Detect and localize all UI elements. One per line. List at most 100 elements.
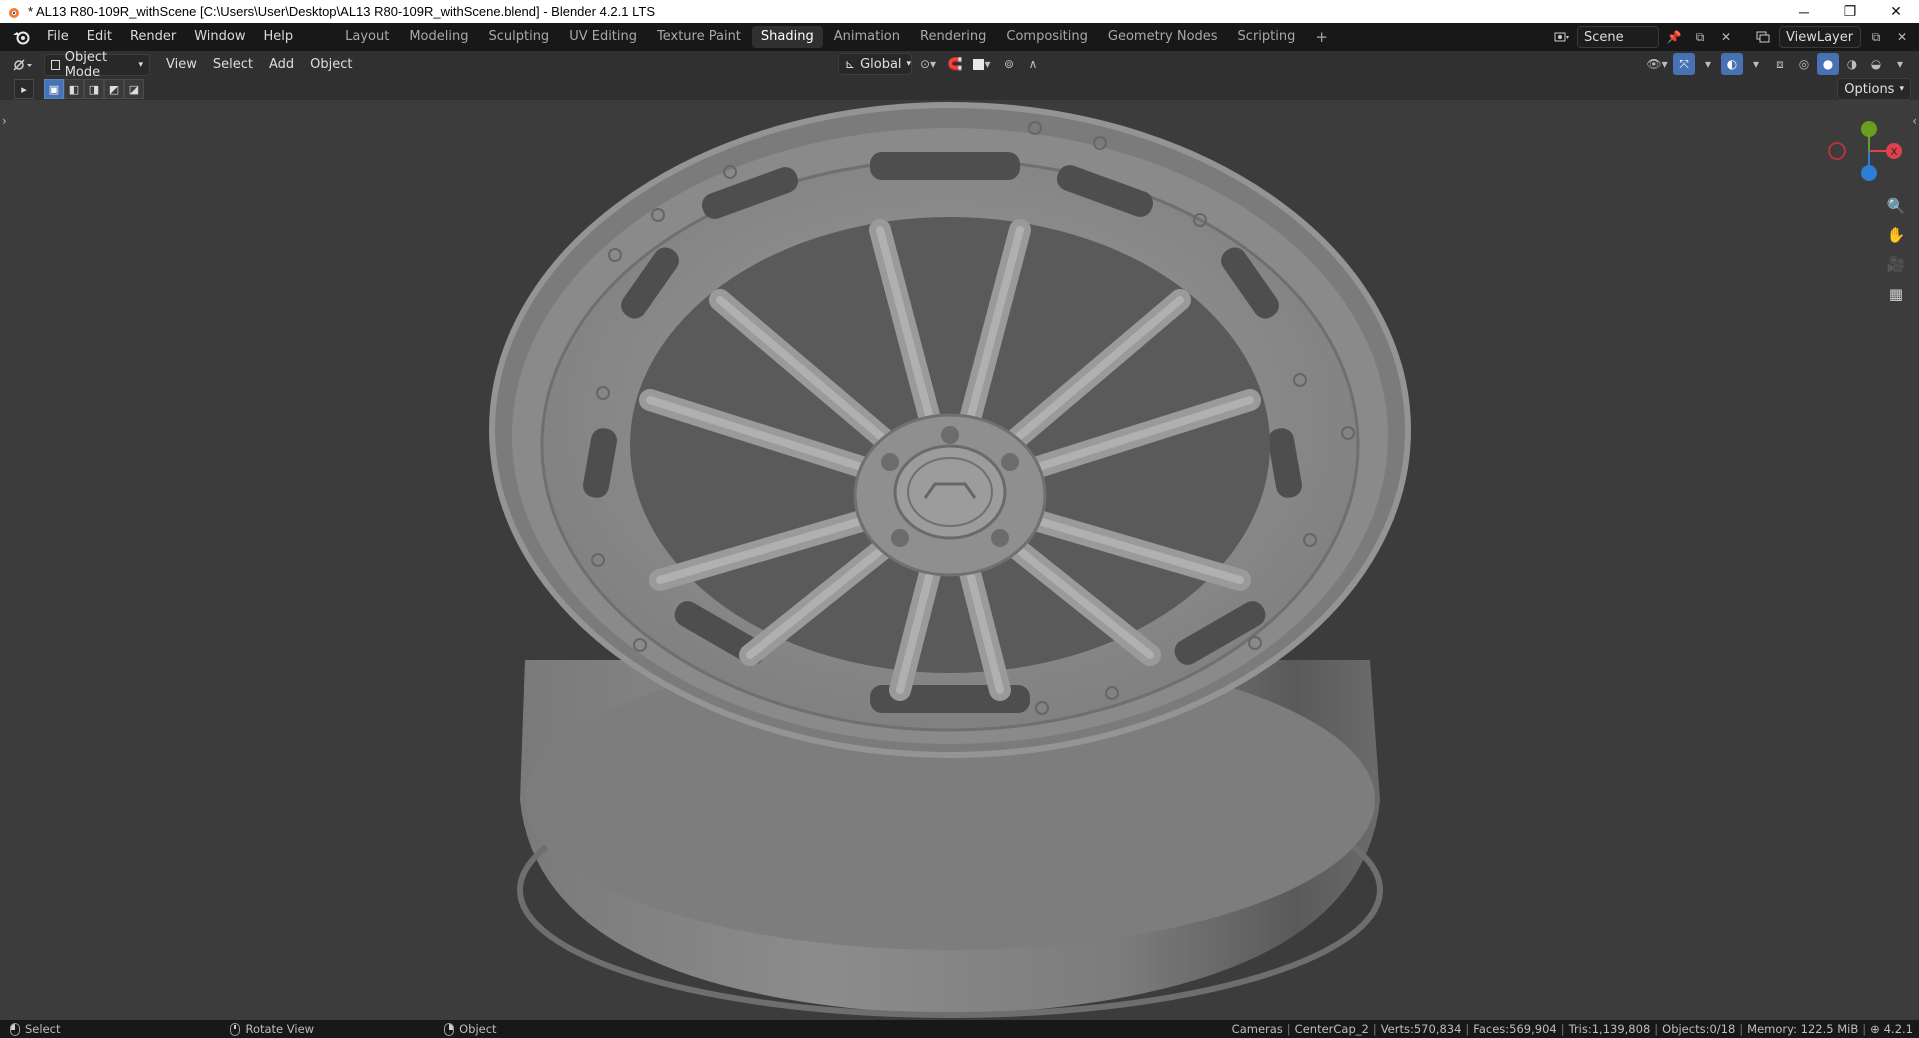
mode-label: Object Mode	[64, 49, 108, 80]
perspective-grid-icon[interactable]: ▦	[1882, 280, 1910, 308]
snap-icon[interactable]: 🧲	[944, 53, 966, 75]
proportional-edit-icon[interactable]: ⊚	[998, 53, 1020, 75]
z-axis-handle	[1861, 165, 1877, 181]
menu-add[interactable]: Add	[261, 54, 302, 76]
window-controls: ─ ❐ ✕	[1781, 0, 1919, 23]
solid-shading-icon[interactable]: ●	[1817, 53, 1839, 75]
view-layer-browse-icon[interactable]	[1753, 26, 1775, 48]
delete-scene-icon[interactable]: ✕	[1715, 26, 1737, 48]
menu-window[interactable]: Window	[185, 26, 254, 48]
tab-rendering[interactable]: Rendering	[911, 26, 995, 48]
tab-modeling[interactable]: Modeling	[400, 26, 477, 48]
left-mouse-icon	[10, 1022, 20, 1036]
status-rotate: Rotate View	[230, 1022, 314, 1036]
pan-hand-icon[interactable]: ✋	[1882, 221, 1910, 249]
status-select: Select	[10, 1022, 60, 1036]
select-invert-icon[interactable]: ◩	[104, 79, 124, 99]
neg-x-axis-handle	[1828, 142, 1846, 160]
status-select-label: Select	[25, 1022, 61, 1036]
tab-geometry-nodes[interactable]: Geometry Nodes	[1099, 26, 1227, 48]
falloff-icon[interactable]: ∧	[1022, 53, 1044, 75]
toolbar-expand-icon[interactable]: ›	[2, 114, 7, 128]
menu-file[interactable]: File	[38, 26, 78, 48]
shading-dropdown-icon[interactable]: ▾	[1889, 53, 1911, 75]
editor-type-icon[interactable]	[8, 54, 38, 76]
xray-icon[interactable]: ⧈	[1769, 53, 1791, 75]
select-tool-icon[interactable]: ▸	[14, 79, 34, 99]
select-subtract-icon[interactable]: ◨	[84, 79, 104, 99]
scene-browse-icon[interactable]	[1551, 26, 1573, 48]
snap-target-icon[interactable]: ▾	[968, 53, 996, 75]
wireframe-shading-icon[interactable]: ◎	[1793, 53, 1815, 75]
viewport-header: Object Mode ▾ View Select Add Object ⊾ G…	[0, 50, 1919, 80]
select-extend-icon[interactable]: ◧	[64, 79, 84, 99]
status-object-label: Object	[459, 1022, 497, 1036]
top-bar: File Edit Render Window Help Layout Mode…	[0, 23, 1919, 51]
tab-scripting[interactable]: Scripting	[1229, 26, 1305, 48]
material-preview-icon[interactable]: ◑	[1841, 53, 1863, 75]
tab-shading[interactable]: Shading	[751, 26, 823, 48]
close-button[interactable]: ✕	[1873, 0, 1919, 23]
restore-button[interactable]: ❐	[1827, 0, 1873, 23]
stat-verts: Verts:570,834	[1380, 1022, 1462, 1036]
menu-view[interactable]: View	[158, 54, 205, 76]
visibility-icon[interactable]: 👁▾	[1643, 53, 1671, 75]
blender-logo-icon[interactable]	[4, 26, 38, 48]
stat-tris: Tris:1,139,808	[1568, 1022, 1651, 1036]
mode-dropdown[interactable]: Object Mode ▾	[44, 50, 150, 80]
new-scene-icon[interactable]: ⧉	[1689, 26, 1711, 48]
menu-help[interactable]: Help	[255, 26, 303, 48]
right-mouse-icon	[444, 1022, 455, 1036]
middle-mouse-icon	[230, 1022, 241, 1036]
scene-name-field[interactable]: Scene	[1577, 26, 1659, 48]
minimize-button[interactable]: ─	[1781, 0, 1827, 23]
camera-view-icon[interactable]: 🎥	[1882, 250, 1910, 278]
status-bar: Select Rotate View Object Cameras | Cente…	[0, 1020, 1919, 1038]
add-workspace-button[interactable]: +	[1306, 26, 1337, 48]
3d-viewport[interactable]: › ‹	[0, 100, 1919, 1020]
scene-selectors: Scene 📌 ⧉ ✕ ViewLayer ⧉ ✕	[1551, 26, 1913, 48]
menu-select[interactable]: Select	[205, 54, 261, 76]
select-new-icon[interactable]: ▣	[44, 79, 64, 99]
options-label: Options	[1844, 81, 1895, 97]
stat-faces: Faces:569,904	[1473, 1022, 1557, 1036]
rendered-shading-icon[interactable]: ◒	[1865, 53, 1887, 75]
title-bar: * AL13 R80-109R_withScene [C:\Users\User…	[0, 0, 1919, 23]
tool-settings-row: ▸ ▣ ◧ ◨ ◩ ◪	[0, 78, 144, 100]
tab-animation[interactable]: Animation	[825, 26, 909, 48]
status-rotate-label: Rotate View	[245, 1022, 315, 1036]
scene-statistics: Cameras | CenterCap_2 | Verts:570,834 | Fac…	[1231, 1022, 1913, 1036]
pivot-point-icon[interactable]: ⊙▾	[914, 53, 942, 75]
orientation-label: Global	[860, 56, 902, 72]
menu-render[interactable]: Render	[121, 26, 185, 48]
tab-layout[interactable]: Layout	[336, 26, 398, 48]
window-title: * AL13 R80-109R_withScene [C:\Users\User…	[28, 4, 655, 19]
overlays-dropdown-icon[interactable]: ▾	[1745, 53, 1767, 75]
new-view-layer-icon[interactable]: ⧉	[1865, 26, 1887, 48]
select-intersect-icon[interactable]: ◪	[124, 79, 144, 99]
show-gizmo-icon[interactable]: ⤧	[1673, 53, 1695, 75]
gizmo-dropdown-icon[interactable]: ▾	[1697, 53, 1719, 75]
tab-compositing[interactable]: Compositing	[997, 26, 1097, 48]
show-overlays-icon[interactable]: ◐	[1721, 53, 1743, 75]
chevron-down-icon: ▾	[906, 59, 912, 69]
blender-version: 4.2.1	[1883, 1022, 1913, 1036]
menu-edit[interactable]: Edit	[78, 26, 121, 48]
y-axis-handle	[1861, 121, 1877, 137]
network-icon: ⊕	[1870, 1022, 1880, 1036]
navigation-gizmo[interactable]: X	[1812, 113, 1912, 193]
stat-active-object: CenterCap_2	[1294, 1022, 1369, 1036]
pin-scene-icon[interactable]: 📌	[1663, 26, 1685, 48]
tab-uv-editing[interactable]: UV Editing	[560, 26, 646, 48]
chevron-down-icon: ▾	[1899, 84, 1904, 94]
options-dropdown[interactable]: Options ▾	[1837, 78, 1911, 100]
tab-sculpting[interactable]: Sculpting	[479, 26, 558, 48]
transform-orientation-dropdown[interactable]: ⊾ Global ▾	[838, 53, 912, 75]
wheel-model	[489, 102, 1411, 1018]
menu-object[interactable]: Object	[302, 54, 360, 76]
sidebar-expand-icon[interactable]: ‹	[1912, 114, 1917, 128]
delete-view-layer-icon[interactable]: ✕	[1891, 26, 1913, 48]
zoom-icon[interactable]: 🔍	[1882, 192, 1910, 220]
tab-texture-paint[interactable]: Texture Paint	[648, 26, 750, 48]
view-layer-field[interactable]: ViewLayer	[1779, 26, 1861, 48]
